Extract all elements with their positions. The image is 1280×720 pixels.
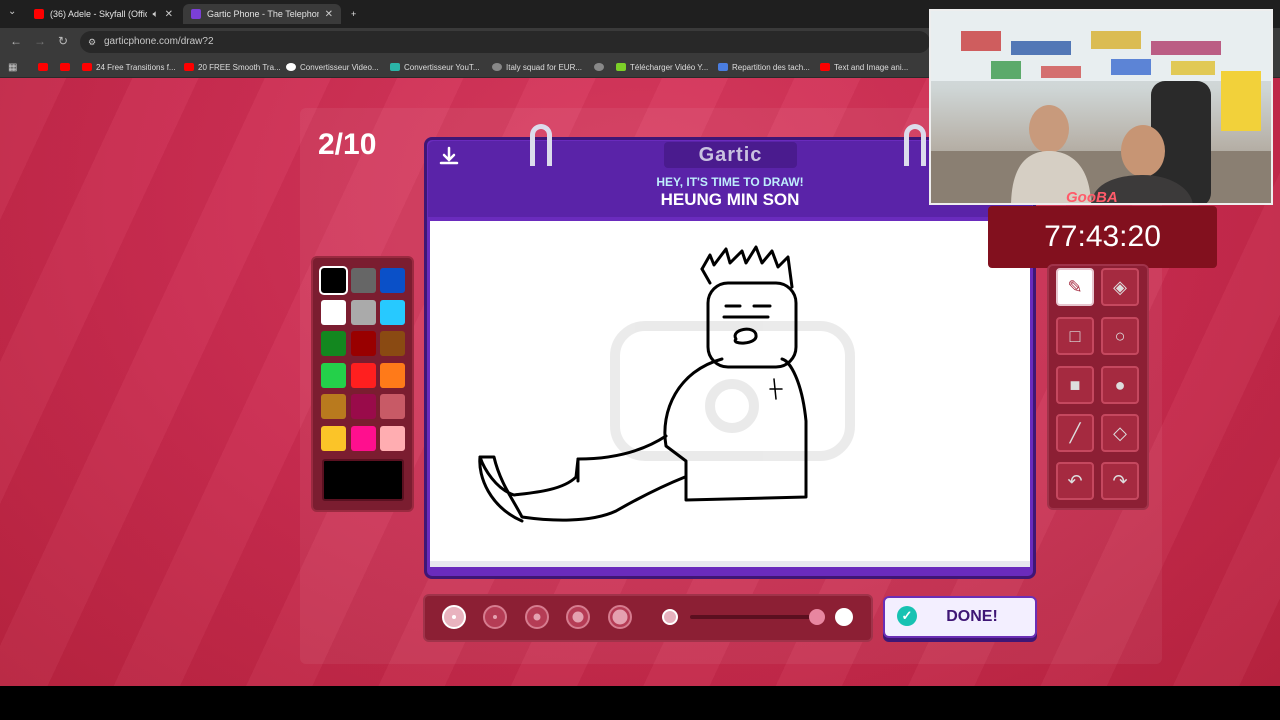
converter-icon	[390, 63, 400, 71]
close-tab-icon[interactable]: ✕	[165, 9, 173, 20]
color-swatch[interactable]	[321, 299, 346, 325]
color-swatch[interactable]	[350, 425, 376, 451]
round-counter: 2/10	[318, 128, 377, 161]
pencil-icon[interactable]: ✎	[1056, 268, 1094, 306]
color-swatch[interactable]	[350, 268, 376, 293]
opacity-slider[interactable]	[690, 615, 814, 619]
bookmark-item[interactable]: Convertisseur YouT...	[390, 60, 480, 74]
bookmark-item[interactable]: Italy squad for EUR...	[492, 60, 582, 74]
check-icon: ✓	[897, 606, 917, 626]
drawing-canvas[interactable]	[430, 221, 1030, 567]
color-swatch[interactable]	[380, 331, 405, 356]
brush-size-4[interactable]	[566, 605, 590, 629]
color-swatch[interactable]	[321, 394, 346, 419]
circle-fill-icon[interactable]: ●	[1101, 366, 1139, 404]
color-swatch[interactable]	[319, 266, 348, 295]
circle-outline-icon[interactable]: ○	[1101, 317, 1139, 355]
bookmark-item[interactable]: Text and Image ani...	[820, 60, 908, 74]
docs-icon	[718, 63, 728, 71]
youtube-icon	[34, 9, 44, 19]
prompt-subject: HEUNG MIN SON	[660, 190, 800, 209]
youtube-icon	[184, 63, 194, 71]
bookmark-item[interactable]: 20 FREE Smooth Tra...	[184, 60, 281, 74]
youtube-icon	[38, 63, 48, 71]
address-bar[interactable]: ⚙ garticphone.com/draw?2	[80, 31, 930, 53]
close-tab-icon[interactable]: ✕	[325, 9, 333, 20]
new-tab-button[interactable]: +	[343, 4, 363, 24]
tab-search-icon[interactable]: ⌄	[8, 6, 16, 17]
site-info-icon[interactable]: ⚙	[88, 31, 96, 53]
streamer-name-label: GooBA	[1066, 189, 1118, 206]
brush-size-1[interactable]	[442, 605, 466, 629]
google-icon	[286, 63, 296, 71]
bookmark-item[interactable]	[594, 60, 608, 74]
notebook-ring	[904, 124, 926, 166]
opacity-slider-handle[interactable]	[809, 609, 825, 625]
bookmark-item[interactable]: Télécharger Vidéo Y...	[616, 60, 708, 74]
color-swatch[interactable]	[380, 394, 405, 419]
color-swatch[interactable]	[321, 331, 346, 356]
screen: ⌄ (36) Adele - Skyfall (Official 🔈︎ ✕ Ga…	[0, 0, 1280, 720]
webcam-feed	[931, 11, 1271, 203]
bookmark-item[interactable]: Convertisseur Video...	[286, 60, 379, 74]
square-outline-icon[interactable]: □	[1056, 317, 1094, 355]
watermark-logo	[610, 321, 855, 461]
tab-adele[interactable]: (36) Adele - Skyfall (Official 🔈︎ ✕	[26, 4, 181, 24]
youtube-icon	[82, 63, 92, 71]
color-swatch[interactable]	[350, 299, 376, 325]
color-swatch[interactable]	[380, 299, 405, 325]
done-button[interactable]: ✓ DONE!	[883, 596, 1037, 638]
brush-size-2[interactable]	[483, 605, 507, 629]
gartic-logo: Gartic	[664, 142, 797, 168]
apps-icon[interactable]: ▦	[8, 60, 17, 74]
reload-icon[interactable]: ↻	[58, 34, 68, 48]
notebook-ring	[530, 124, 552, 166]
youtube-icon	[820, 63, 830, 71]
opacity-max-icon	[835, 608, 853, 626]
globe-icon	[492, 63, 502, 71]
letterbox-bottom	[0, 686, 1280, 720]
color-swatch[interactable]	[380, 268, 405, 293]
globe-icon	[594, 63, 604, 71]
line-icon[interactable]: ╱	[1056, 414, 1094, 452]
square-fill-icon[interactable]: ■	[1056, 366, 1094, 404]
current-color-preview	[322, 459, 404, 501]
bookmark-item[interactable]: 24 Free Transitions f...	[82, 60, 176, 74]
drawing-strokes	[478, 245, 855, 523]
color-swatch[interactable]	[350, 394, 376, 419]
color-swatch[interactable]	[350, 331, 376, 356]
forward-icon[interactable]: →	[34, 34, 46, 48]
undo-icon[interactable]: ↶	[1056, 462, 1094, 500]
prompt-heading: HEY, IT'S TIME TO DRAW!	[656, 175, 804, 189]
download-arrow-icon	[616, 63, 626, 71]
brush-size-5[interactable]	[608, 605, 632, 629]
stream-timer: 77:43:20	[988, 206, 1217, 268]
color-swatch[interactable]	[321, 425, 346, 451]
fill-bucket-icon[interactable]: ◇	[1101, 414, 1139, 452]
color-swatch[interactable]	[350, 362, 376, 388]
brush-size-3[interactable]	[525, 605, 549, 629]
tab-gartic-phone[interactable]: Gartic Phone - The Telephone G ✕	[183, 4, 341, 24]
opacity-min-icon	[662, 609, 678, 625]
youtube-icon	[60, 63, 70, 71]
speaker-icon[interactable]: 🔈︎	[153, 9, 159, 20]
color-swatch[interactable]	[321, 362, 346, 388]
redo-icon[interactable]: ↷	[1101, 462, 1139, 500]
bookmark-item[interactable]	[38, 60, 52, 74]
back-icon[interactable]: ←	[10, 34, 22, 48]
gartic-icon	[191, 9, 201, 19]
download-icon[interactable]	[438, 146, 460, 168]
webcam-overlay	[929, 9, 1273, 205]
bookmark-item[interactable]	[60, 60, 74, 74]
eraser-icon[interactable]: ◈	[1101, 268, 1139, 306]
color-swatch[interactable]	[380, 425, 405, 451]
color-swatch[interactable]	[380, 362, 405, 388]
bookmark-item[interactable]: Repartition des tach...	[718, 60, 810, 74]
